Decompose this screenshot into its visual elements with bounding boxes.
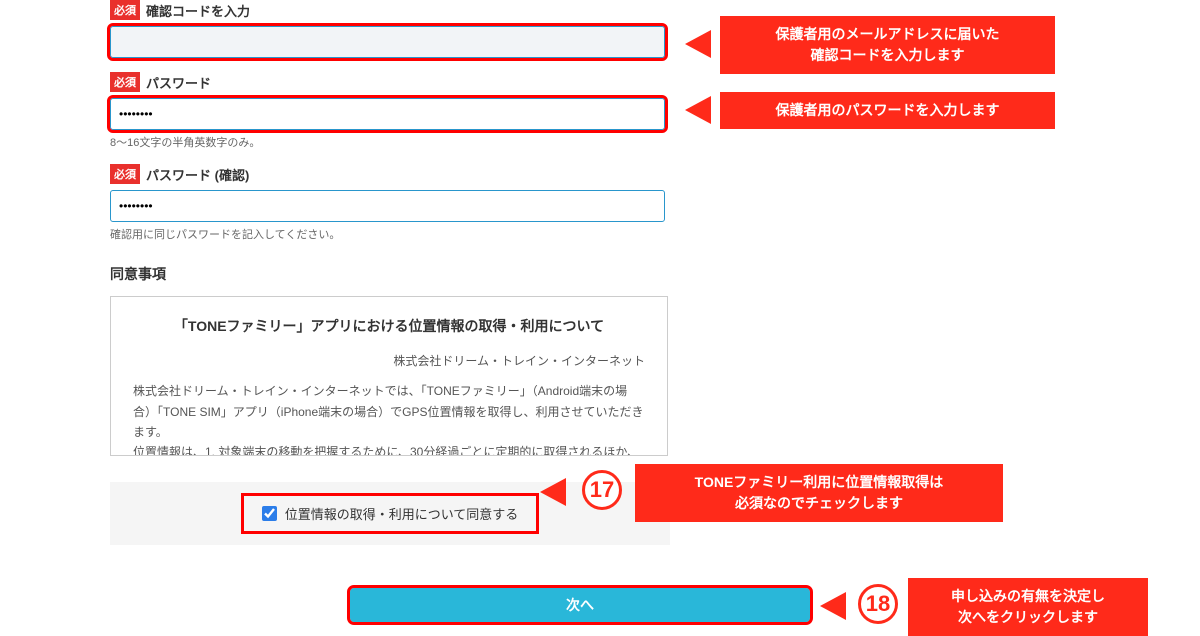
agreement-title: 「TONEファミリー」アプリにおける位置情報の取得・利用について	[133, 315, 645, 339]
step-18-badge: 18	[858, 584, 898, 624]
callout-line: TONEファミリー利用に位置情報取得は	[649, 472, 989, 493]
password-confirm-label-text: パスワード (確認)	[146, 165, 249, 184]
password-label-text: パスワード	[146, 73, 211, 92]
consent-checkbox[interactable]	[262, 506, 277, 521]
step-17-number: 17	[590, 477, 614, 503]
callout-line: 保護者用のパスワードを入力します	[776, 102, 1000, 118]
password-help: 8〜16文字の半角英数字のみ。	[110, 134, 680, 150]
required-badge: 必須	[110, 72, 140, 92]
password-label: 必須 パスワード	[110, 72, 680, 92]
consent-checkbox-wrapper[interactable]: 位置情報の取得・利用について同意する	[244, 496, 537, 531]
agreement-body-1: 株式会社ドリーム・トレイン・インターネットでは、「TONEファミリー」（Andr…	[133, 381, 645, 442]
arrow-icon	[540, 478, 566, 506]
callout-line: 保護者用のメールアドレスに届いた	[734, 24, 1041, 45]
callout-line: 必須なのでチェックします	[649, 493, 989, 514]
callout-line: 確認コードを入力します	[734, 45, 1041, 66]
arrow-icon	[685, 30, 711, 58]
callout-line: 申し込みの有無を決定し	[922, 586, 1134, 607]
password-input[interactable]	[110, 98, 665, 130]
password-confirm-help: 確認用に同じパスワードを記入してください。	[110, 226, 680, 242]
password-confirm-input[interactable]	[110, 190, 665, 222]
callout-confirm-code: 保護者用のメールアドレスに届いた 確認コードを入力します	[720, 16, 1055, 74]
agreement-heading: 同意事項	[110, 264, 680, 284]
arrow-icon	[685, 96, 711, 124]
step-17-badge: 17	[582, 470, 622, 510]
agreement-body-2: 位置情報は、1. 対象端末の移動を把握するために、30分経過ごとに定期的に取得さ…	[133, 442, 645, 456]
callout-consent: TONEファミリー利用に位置情報取得は 必須なのでチェックします	[635, 464, 1003, 522]
agreement-company: 株式会社ドリーム・トレイン・インターネット	[133, 351, 645, 371]
step-18-number: 18	[866, 591, 890, 617]
password-confirm-label: 必須 パスワード (確認)	[110, 164, 680, 184]
consent-label: 位置情報の取得・利用について同意する	[285, 504, 519, 523]
callout-next: 申し込みの有無を決定し 次へをクリックします	[908, 578, 1148, 636]
arrow-icon	[820, 592, 846, 620]
confirm-code-label-text: 確認コードを入力	[146, 1, 250, 20]
callout-password: 保護者用のパスワードを入力します	[720, 92, 1055, 129]
callout-line: 次へをクリックします	[922, 607, 1134, 628]
confirm-code-label: 必須 確認コードを入力	[110, 0, 680, 20]
next-button[interactable]: 次へ	[350, 588, 810, 622]
required-badge: 必須	[110, 164, 140, 184]
agreement-box[interactable]: 「TONEファミリー」アプリにおける位置情報の取得・利用について 株式会社ドリー…	[110, 296, 668, 456]
confirm-code-input[interactable]	[110, 26, 665, 58]
required-badge: 必須	[110, 0, 140, 20]
